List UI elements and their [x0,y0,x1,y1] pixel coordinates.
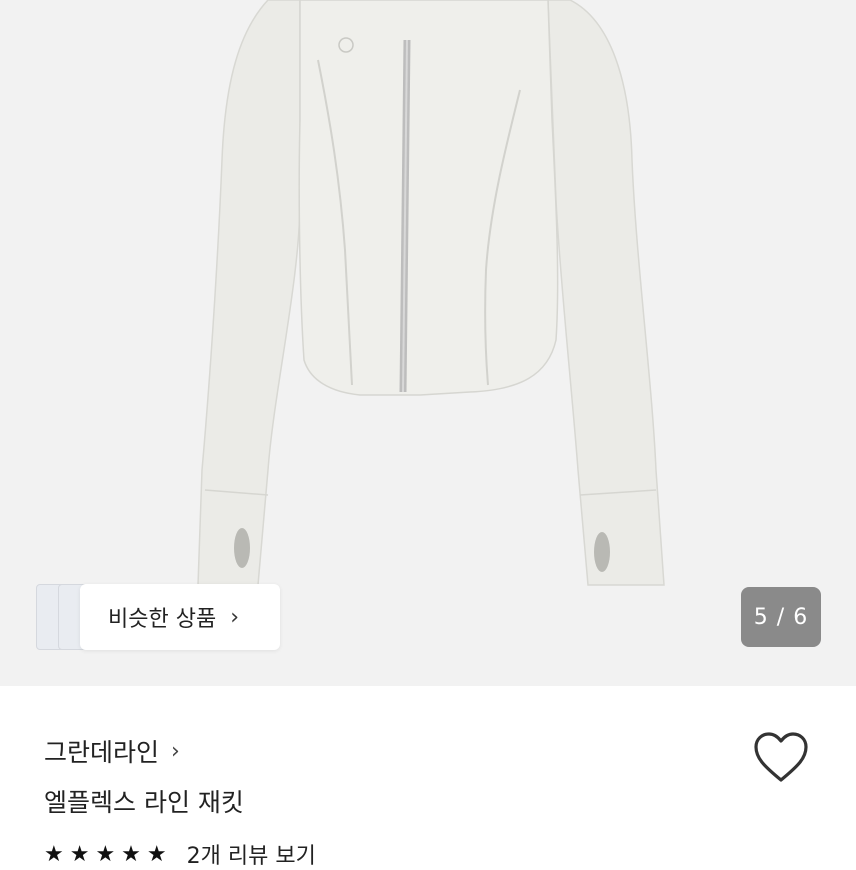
image-counter: 5 / 6 [741,587,821,647]
brand-link[interactable]: 그란데라인 › [44,733,180,769]
chevron-right-icon: › [171,738,180,764]
brand-name: 그란데라인 [44,738,160,767]
rating-row[interactable]: ★★★★★ 2개 리뷰 보기 [44,838,316,870]
heart-outline-icon [754,732,808,782]
similar-products-button[interactable]: 비슷한 상품 › [80,584,280,650]
similar-products-label: 비슷한 상품 [108,607,217,632]
reviews-link[interactable]: 2개 리뷰 보기 [187,838,316,870]
rating-stars: ★★★★★ [44,841,173,867]
chevron-right-icon: › [230,604,240,630]
product-image-gallery[interactable]: 비슷한 상품 › 5 / 6 [0,0,856,686]
wishlist-button[interactable] [752,730,810,784]
product-title: 엘플렉스 라인 재킷 [44,788,244,817]
